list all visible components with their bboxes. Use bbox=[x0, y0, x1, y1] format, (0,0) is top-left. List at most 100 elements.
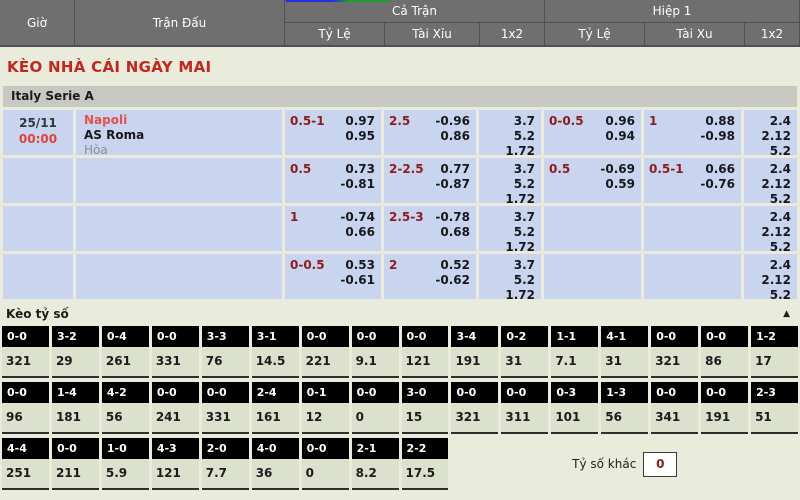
h1-overunder-odd[interactable]: 0.88 bbox=[648, 114, 735, 129]
score-odds[interactable]: 29 bbox=[52, 347, 99, 378]
score-odds[interactable]: 0 bbox=[302, 459, 349, 490]
score-odds[interactable]: 121 bbox=[152, 459, 199, 490]
h1-1x2-odd[interactable]: 2.4 bbox=[748, 258, 791, 273]
ft-overunder-odd[interactable]: 0.68 bbox=[388, 225, 470, 240]
score-odds[interactable]: 331 bbox=[152, 347, 199, 378]
ft-handicap-odd[interactable]: 0.95 bbox=[289, 129, 375, 144]
home-team-name[interactable]: Napoli bbox=[84, 113, 282, 128]
ft-1x2-odd[interactable]: 5.2 bbox=[483, 225, 535, 240]
h1-1x2-odd[interactable]: 2.4 bbox=[748, 114, 791, 129]
col-header-ft-overunder: Tài Xỉu bbox=[385, 23, 479, 45]
ft-1x2-odd[interactable]: 5.2 bbox=[483, 129, 535, 144]
ft-1x2-odd[interactable]: 1.72 bbox=[483, 240, 535, 255]
score-odds[interactable]: 14.5 bbox=[252, 347, 299, 378]
other-score-area: Tỷ số khác bbox=[451, 438, 798, 490]
ft-handicap-line: 0.5-1 bbox=[290, 114, 325, 128]
h1-handicap-odd[interactable]: 0.94 bbox=[548, 129, 635, 144]
h1-overunder-odd[interactable]: -0.98 bbox=[648, 129, 735, 144]
ft-overunder-odd[interactable]: 0.86 bbox=[388, 129, 470, 144]
h1-1x2-odd[interactable]: 5.2 bbox=[748, 144, 791, 159]
score-odds[interactable]: 96 bbox=[2, 403, 49, 434]
h1-overunder-odd[interactable]: -0.76 bbox=[648, 177, 735, 192]
score-odds[interactable]: 0 bbox=[352, 403, 399, 434]
score-label: 3-4 bbox=[451, 326, 498, 347]
collapse-arrow-icon[interactable]: ▲ bbox=[783, 309, 790, 319]
score-odds[interactable]: 86 bbox=[701, 347, 748, 378]
score-odds[interactable]: 191 bbox=[701, 403, 748, 434]
ft-overunder-odd[interactable]: -0.62 bbox=[388, 273, 470, 288]
score-odds[interactable]: 5.9 bbox=[102, 459, 149, 490]
ft-1x2-odd[interactable]: 5.2 bbox=[483, 177, 535, 192]
h1-1x2-odd[interactable]: 2.12 bbox=[748, 225, 791, 240]
score-label: 4-4 bbox=[2, 438, 49, 459]
away-team-name[interactable]: AS Roma bbox=[84, 128, 282, 143]
ft-1x2-odd[interactable]: 1.72 bbox=[483, 144, 535, 159]
score-odds[interactable]: 36 bbox=[252, 459, 299, 490]
score-odds[interactable]: 101 bbox=[551, 403, 598, 434]
h1-1x2-odd[interactable]: 2.4 bbox=[748, 162, 791, 177]
score-odds[interactable]: 211 bbox=[52, 459, 99, 490]
score-label: 4-1 bbox=[601, 326, 648, 347]
score-odds[interactable]: 311 bbox=[501, 403, 548, 434]
h1-1x2-odd[interactable]: 5.2 bbox=[748, 240, 791, 255]
score-odds[interactable]: 121 bbox=[402, 347, 449, 378]
score-odds[interactable]: 161 bbox=[252, 403, 299, 434]
score-label: 0-0 bbox=[352, 382, 399, 403]
score-odds[interactable]: 8.2 bbox=[352, 459, 399, 490]
ft-handicap-odd[interactable]: 0.66 bbox=[289, 225, 375, 240]
score-odds[interactable]: 56 bbox=[601, 403, 648, 434]
h1-1x2-odd[interactable]: 5.2 bbox=[748, 288, 791, 303]
score-odds[interactable]: 251 bbox=[2, 459, 49, 490]
h1-handicap-odd[interactable]: 0.59 bbox=[548, 177, 635, 192]
ft-overunder-line: 2.5-3 bbox=[389, 210, 424, 224]
score-odds[interactable]: 31 bbox=[601, 347, 648, 378]
ft-overunder-line: 2.5 bbox=[389, 114, 410, 128]
score-odds[interactable]: 7.1 bbox=[551, 347, 598, 378]
ft-1x2-odd[interactable]: 3.7 bbox=[483, 162, 535, 177]
score-odds[interactable]: 51 bbox=[751, 403, 798, 434]
ft-1x2-odd[interactable]: 3.7 bbox=[483, 258, 535, 273]
score-odds[interactable]: 191 bbox=[451, 347, 498, 378]
ft-1x2-odd[interactable]: 3.7 bbox=[483, 114, 535, 129]
ft-handicap-odd[interactable]: -0.81 bbox=[289, 177, 375, 192]
ft-handicap-odd[interactable]: -0.74 bbox=[289, 210, 375, 225]
score-odds[interactable]: 321 bbox=[2, 347, 49, 378]
h1-1x2-cell: 2.42.125.2 bbox=[744, 206, 797, 251]
h1-handicap-cell bbox=[544, 254, 641, 299]
other-score-input[interactable] bbox=[643, 452, 677, 477]
score-label: 3-1 bbox=[252, 326, 299, 347]
score-odds[interactable]: 17 bbox=[751, 347, 798, 378]
score-odds[interactable]: 331 bbox=[202, 403, 249, 434]
ft-1x2-odd[interactable]: 1.72 bbox=[483, 192, 535, 207]
ft-handicap-odd[interactable]: -0.61 bbox=[289, 273, 375, 288]
ft-1x2-odd[interactable]: 5.2 bbox=[483, 273, 535, 288]
h1-1x2-odds-column: 2.42.125.2 bbox=[748, 161, 791, 207]
score-odds[interactable]: 15 bbox=[402, 403, 449, 434]
score-odds[interactable]: 7.7 bbox=[202, 459, 249, 490]
h1-1x2-odd[interactable]: 2.12 bbox=[748, 273, 791, 288]
score-odds[interactable]: 12 bbox=[302, 403, 349, 434]
ft-overunder-odd[interactable]: 0.52 bbox=[388, 258, 470, 273]
score-odds[interactable]: 221 bbox=[302, 347, 349, 378]
score-odds[interactable]: 321 bbox=[451, 403, 498, 434]
score-odds[interactable]: 181 bbox=[52, 403, 99, 434]
score-odds[interactable]: 56 bbox=[102, 403, 149, 434]
ft-overunder-odd[interactable]: -0.87 bbox=[388, 177, 470, 192]
h1-1x2-odd[interactable]: 5.2 bbox=[748, 192, 791, 207]
score-odds[interactable]: 341 bbox=[651, 403, 698, 434]
score-odds[interactable]: 321 bbox=[651, 347, 698, 378]
score-odds[interactable]: 9.1 bbox=[352, 347, 399, 378]
score-odds[interactable]: 17.5 bbox=[402, 459, 449, 490]
h1-handicap-line: 0-0.5 bbox=[549, 114, 584, 128]
h1-overunder-cell bbox=[644, 254, 741, 299]
h1-1x2-odd[interactable]: 2.12 bbox=[748, 177, 791, 192]
ft-overunder-cell: 20.52-0.62 bbox=[384, 254, 476, 299]
score-odds[interactable]: 76 bbox=[202, 347, 249, 378]
h1-1x2-odd[interactable]: 2.4 bbox=[748, 210, 791, 225]
score-odds[interactable]: 261 bbox=[102, 347, 149, 378]
ft-1x2-odd[interactable]: 3.7 bbox=[483, 210, 535, 225]
score-odds[interactable]: 241 bbox=[152, 403, 199, 434]
ft-1x2-odd[interactable]: 1.72 bbox=[483, 288, 535, 303]
score-odds[interactable]: 31 bbox=[501, 347, 548, 378]
h1-1x2-odd[interactable]: 2.12 bbox=[748, 129, 791, 144]
